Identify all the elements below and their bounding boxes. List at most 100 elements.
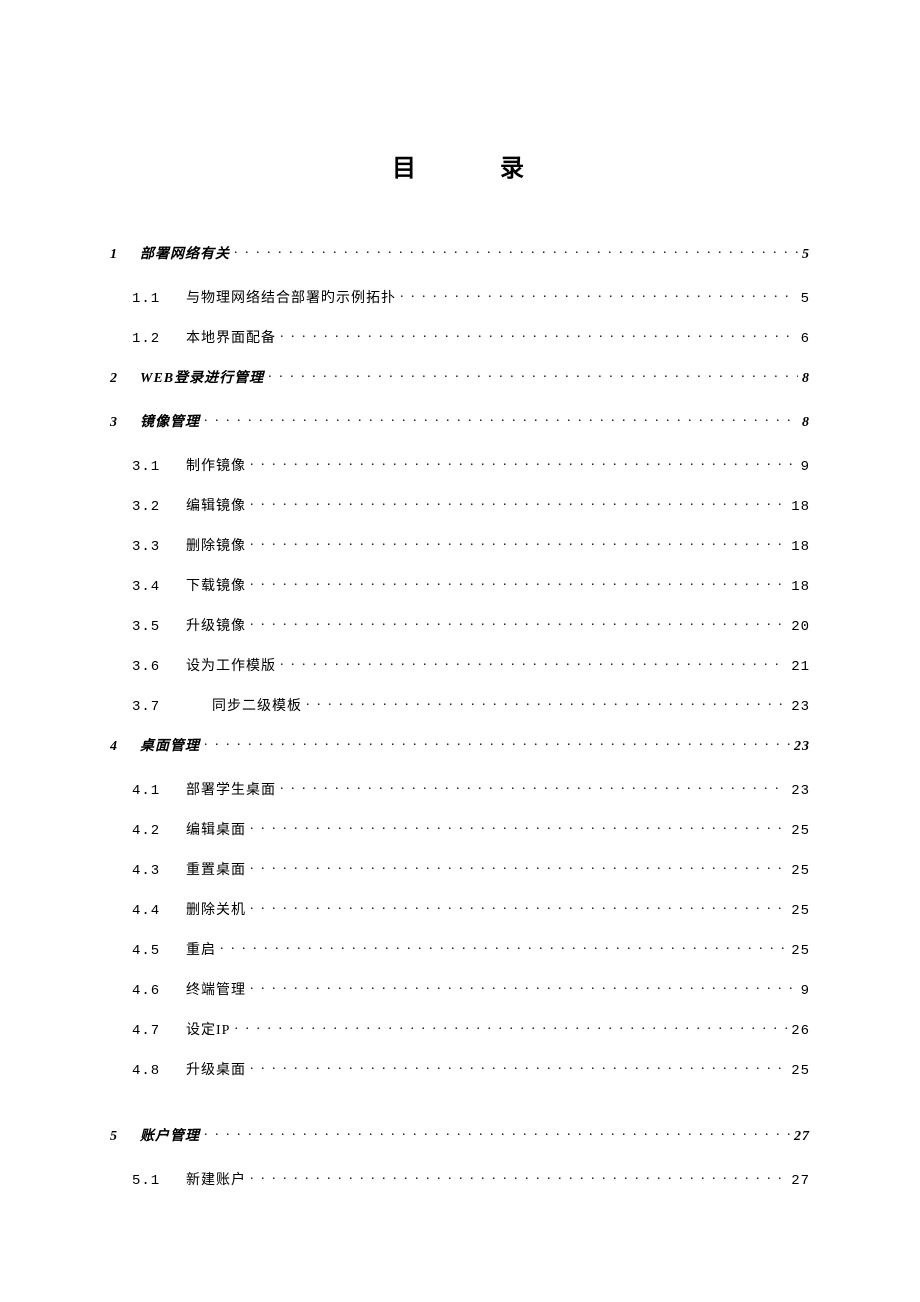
toc-entry-page: 25	[791, 823, 810, 839]
toc-leader-dots	[250, 820, 787, 834]
toc-title: 目 录	[110, 148, 810, 183]
toc-entry-number: 3.7	[132, 699, 184, 715]
toc-entry-label: 升级桌面	[184, 1059, 246, 1079]
toc-entry-number: 2	[110, 371, 140, 387]
toc-entry-label: 新建账户	[184, 1169, 246, 1189]
toc-leader-dots	[234, 244, 798, 258]
toc-leader-dots	[234, 1020, 787, 1034]
toc-entry-label: 桌面管理	[140, 735, 200, 755]
toc-entry: 4.5重启25	[110, 939, 810, 959]
toc-leader-dots	[204, 1126, 790, 1140]
toc-leader-dots	[204, 736, 790, 750]
toc-entry-number: 5.1	[132, 1173, 184, 1189]
toc-entry-page: 20	[791, 619, 810, 635]
toc-leader-dots	[250, 456, 797, 470]
toc-entry: 3.3删除镜像 18	[110, 535, 810, 555]
toc-entry: 3.6设为工作模版 21	[110, 655, 810, 675]
toc-leader-dots	[250, 1170, 787, 1184]
toc-leader-dots	[250, 536, 787, 550]
toc-entry-label: 同步二级模板	[184, 695, 302, 715]
toc-entry-number: 3	[110, 415, 140, 431]
toc-entry-page: 25	[791, 863, 810, 879]
toc-title-right: 录	[500, 156, 528, 182]
toc-entry: 5账户管理 27	[110, 1125, 810, 1145]
toc-entry-label: 重置桌面	[184, 859, 246, 879]
toc-entry: 1.2本地界面配备6	[110, 327, 810, 347]
toc-entry: 3.5升级镜像 20	[110, 615, 810, 635]
toc-leader-dots	[250, 900, 787, 914]
toc-entry-page: 6	[801, 331, 810, 347]
toc-entry-label: 设定IP	[184, 1019, 230, 1039]
toc-entry-label: 升级镜像	[184, 615, 246, 635]
toc-entry: 5.1新建账户 27	[110, 1169, 810, 1189]
toc-entry-page: 21	[791, 659, 810, 675]
toc-entry-number: 3.6	[132, 659, 184, 675]
toc-entry-number: 1	[110, 247, 140, 263]
toc-entry: 4.8升级桌面25	[110, 1059, 810, 1079]
toc-entry-label: 删除关机	[184, 899, 246, 919]
toc-entry-page: 26	[791, 1023, 810, 1039]
toc-entry-number: 4.6	[132, 983, 184, 999]
toc-entry-page: 25	[791, 1063, 810, 1079]
toc-entry: 3.2编辑镜像18	[110, 495, 810, 515]
toc-entry-page: 18	[791, 539, 810, 555]
table-of-contents: 1部署网络有关 5 1.1与物理网络结合部署旳示例拓扑 5 1.2本地界面配备6 2WEB…	[110, 243, 810, 1189]
toc-entry-page: 18	[791, 499, 810, 515]
toc-leader-dots	[250, 576, 787, 590]
toc-leader-dots	[250, 860, 787, 874]
toc-entry-label: 删除镜像	[184, 535, 246, 555]
toc-entry: 2WEB登录进行管理 8	[110, 367, 810, 387]
toc-entry: 4.1部署学生桌面23	[110, 779, 810, 799]
toc-entry-page: 5	[802, 247, 810, 263]
toc-entry: 4.2编辑桌面 25	[110, 819, 810, 839]
toc-leader-dots	[204, 412, 798, 426]
toc-entry: 4.7设定IP 26	[110, 1019, 810, 1039]
toc-entry-page: 25	[791, 903, 810, 919]
toc-leader-dots	[280, 656, 787, 670]
toc-leader-dots	[400, 288, 797, 302]
toc-entry-label: 制作镜像	[184, 455, 246, 475]
toc-entry-label: 设为工作模版	[184, 655, 276, 675]
toc-entry-number: 4	[110, 739, 140, 755]
toc-entry: 3.1制作镜像9	[110, 455, 810, 475]
toc-entry: 3.7同步二级模板 23	[110, 695, 810, 715]
toc-leader-dots	[250, 616, 787, 630]
toc-entry-label: 镜像管理	[140, 411, 200, 431]
toc-leader-dots	[250, 496, 787, 510]
toc-entry-number: 4.3	[132, 863, 184, 879]
toc-entry-number: 3.3	[132, 539, 184, 555]
toc-entry-page: 23	[794, 739, 810, 755]
toc-entry-label: 编辑镜像	[184, 495, 246, 515]
toc-entry-page: 27	[791, 1173, 810, 1189]
toc-leader-dots	[250, 1060, 787, 1074]
toc-entry-label: 账户管理	[140, 1125, 200, 1145]
toc-entry-number: 3.1	[132, 459, 184, 475]
toc-entry-number: 4.7	[132, 1023, 184, 1039]
toc-entry-label: 部署网络有关	[140, 243, 230, 263]
toc-entry-label: 部署学生桌面	[184, 779, 276, 799]
toc-entry-number: 4.5	[132, 943, 184, 959]
toc-entry-page: 23	[791, 699, 810, 715]
toc-entry-label: 与物理网络结合部署旳示例拓扑	[184, 287, 396, 307]
toc-entry-number: 1.1	[132, 291, 184, 307]
toc-entry-page: 27	[794, 1129, 810, 1145]
toc-entry: 4.3重置桌面 25	[110, 859, 810, 879]
toc-entry: 4.6终端管理9	[110, 979, 810, 999]
toc-entry-number: 4.2	[132, 823, 184, 839]
document-page: 目 录 1部署网络有关 5 1.1与物理网络结合部署旳示例拓扑 5 1.2本地界面配备6…	[0, 0, 920, 1302]
toc-entry: 1.1与物理网络结合部署旳示例拓扑 5	[110, 287, 810, 307]
toc-entry-page: 5	[801, 291, 810, 307]
toc-entry-label: 下载镜像	[184, 575, 246, 595]
toc-entry-page: 18	[791, 579, 810, 595]
toc-entry-number: 5	[110, 1129, 140, 1145]
toc-entry-label: WEB登录进行管理	[140, 367, 264, 387]
toc-entry-page: 25	[791, 943, 810, 959]
toc-leader-dots	[306, 696, 787, 710]
toc-leader-dots	[220, 940, 787, 954]
toc-entry-label: 编辑桌面	[184, 819, 246, 839]
toc-entry-number: 3.5	[132, 619, 184, 635]
toc-entry-page: 8	[802, 371, 810, 387]
toc-entry-number: 3.4	[132, 579, 184, 595]
toc-entry-number: 1.2	[132, 331, 184, 347]
toc-entry: 3.4下载镜像 18	[110, 575, 810, 595]
